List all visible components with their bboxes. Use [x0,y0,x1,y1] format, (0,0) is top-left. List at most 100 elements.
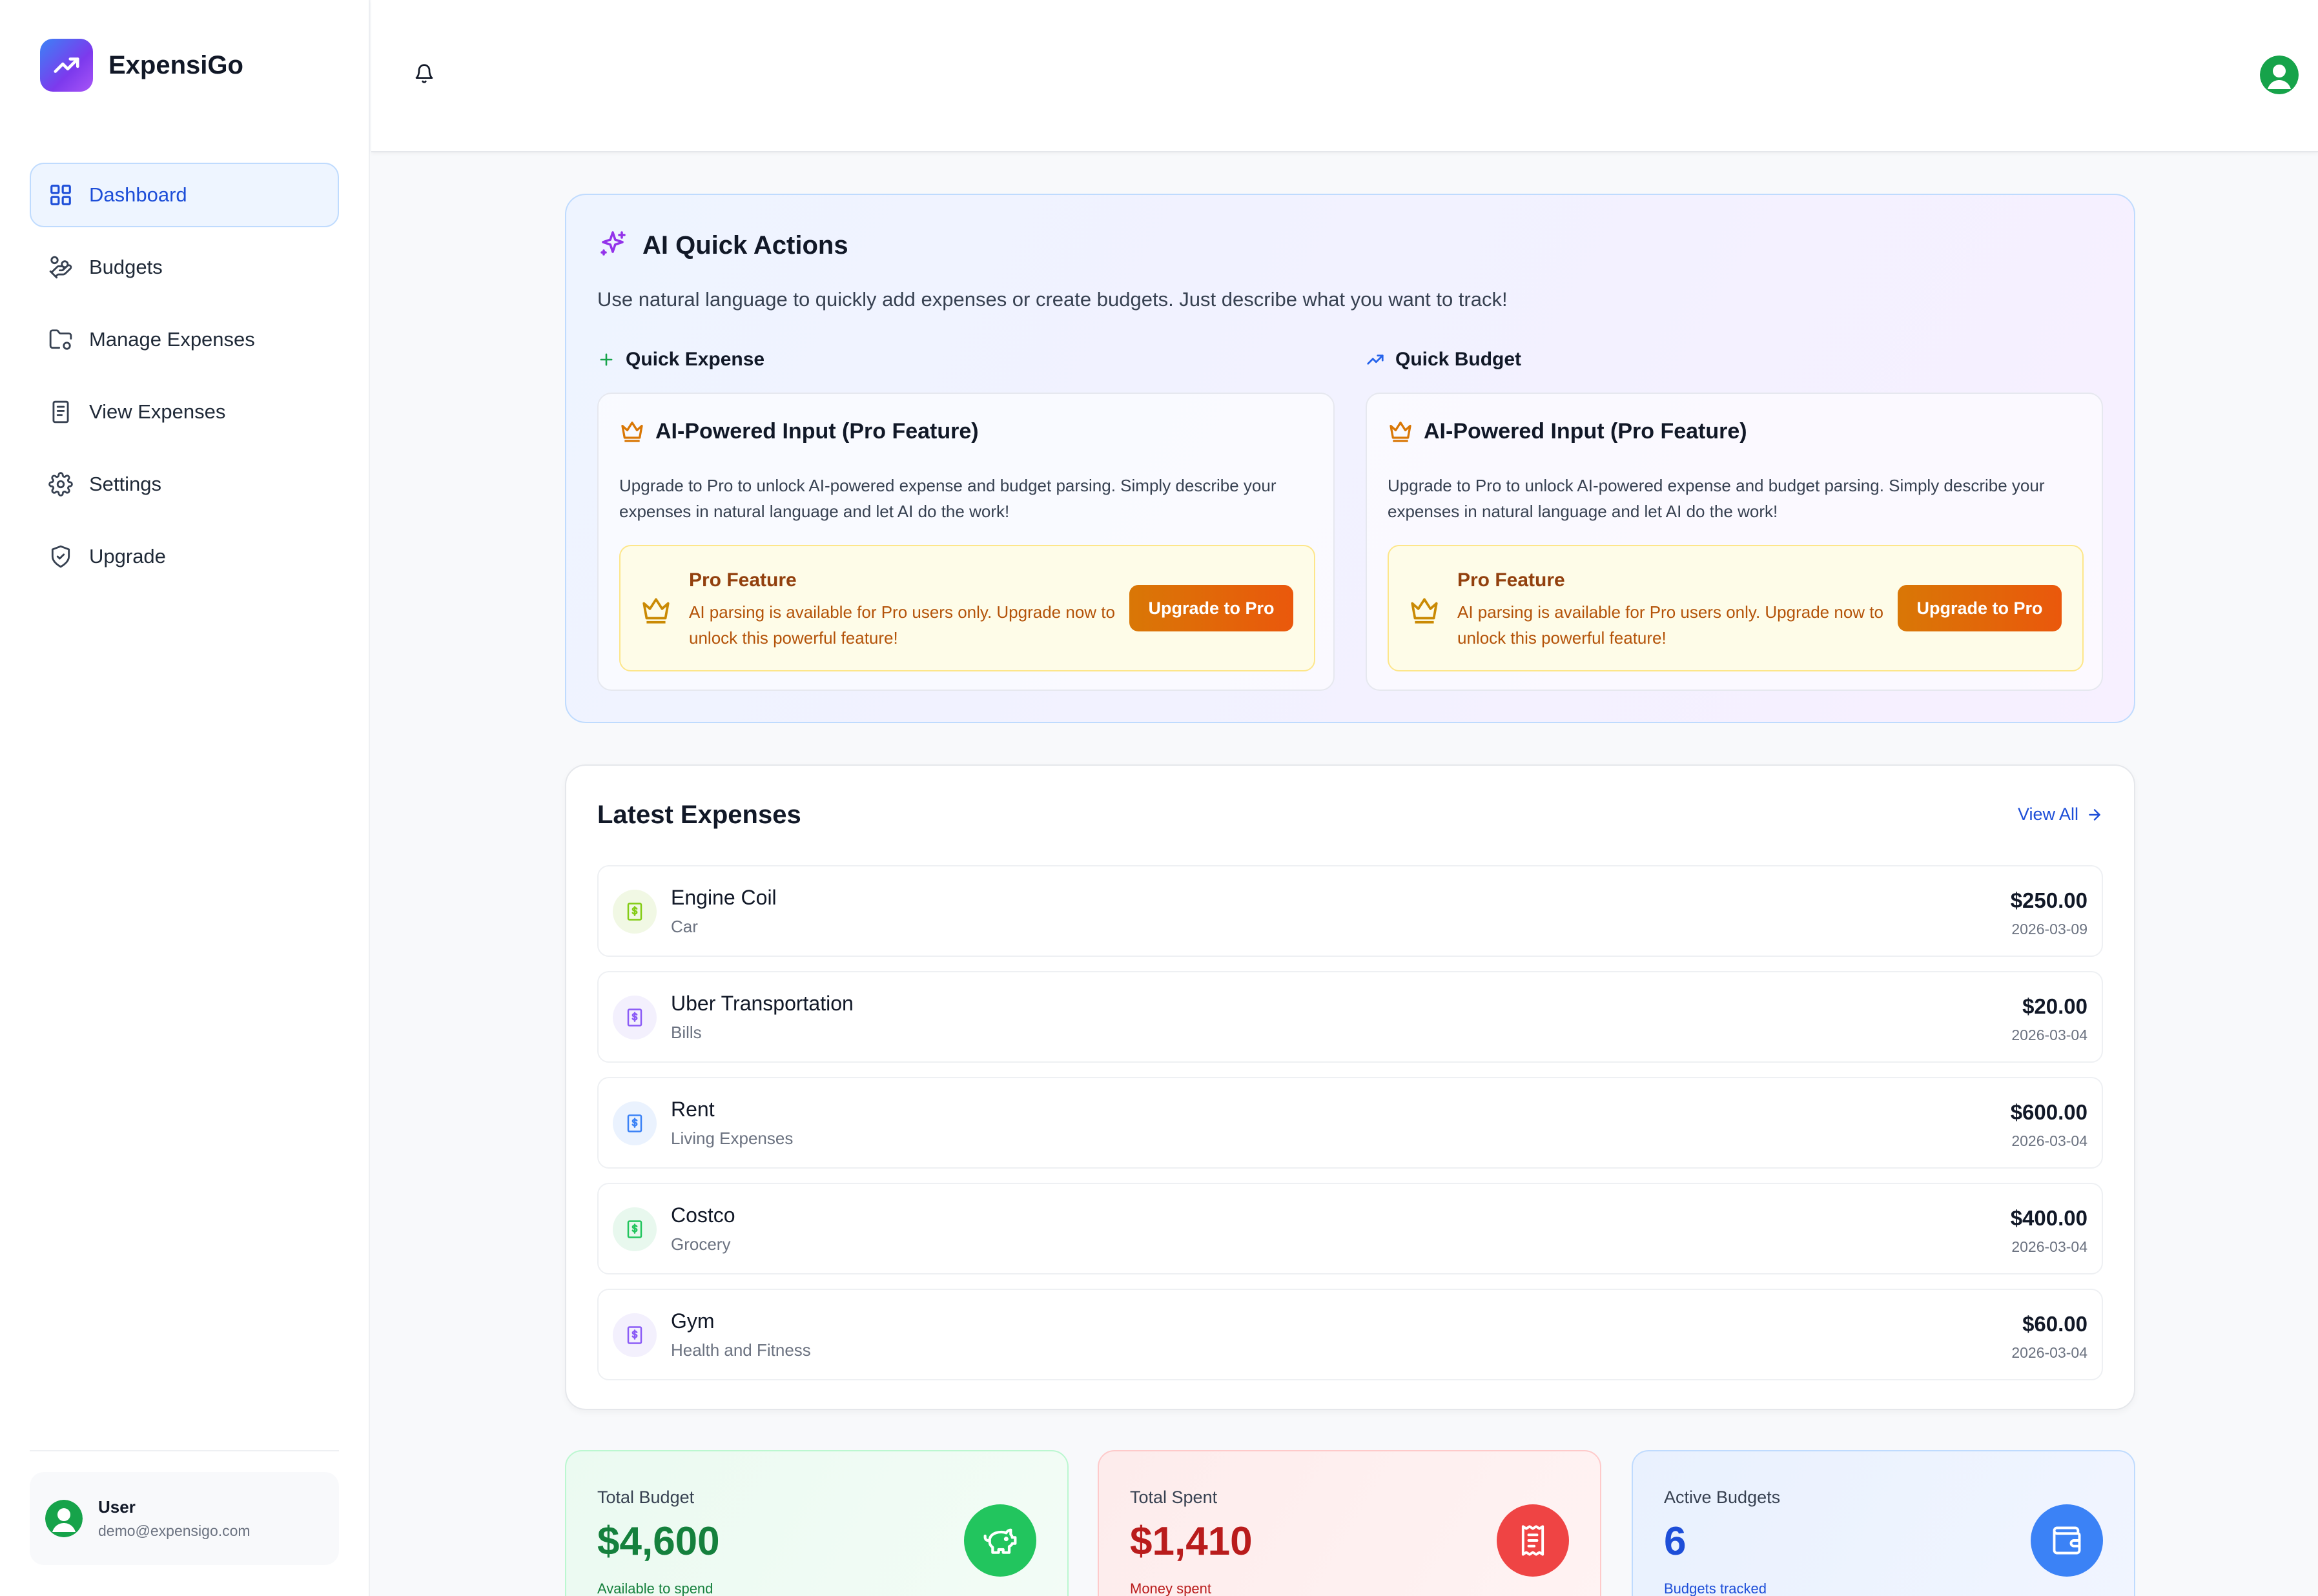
dollar-receipt-icon [613,1101,657,1145]
expense-name: Uber Transportation [671,992,854,1015]
expense-row[interactable]: Uber Transportation Bills $20.00 2026-03… [597,971,2103,1063]
expense-row[interactable]: Rent Living Expenses $600.00 2026-03-04 [597,1077,2103,1169]
avatar [45,1500,83,1537]
app-name: ExpensiGo [108,50,243,79]
receipt-icon [1497,1504,1569,1577]
sidebar-item-settings[interactable]: Settings [30,452,339,517]
sidebar: ExpensiGo Dashboard Budgets Manage Expen… [0,0,370,1596]
active-budgets-card: Active Budgets 6 Budgets tracked [1632,1450,2135,1596]
user-avatar-button[interactable] [2260,56,2299,94]
trending-up-logo-icon [40,39,93,92]
crown-icon [1388,418,1413,444]
crown-icon [1408,594,1441,626]
pro-feature-text: AI parsing is available for Pro users on… [689,602,1115,648]
grid-icon [48,182,74,208]
expense-amount: $400.00 [2010,1206,2087,1230]
ai-panel-title: AI Quick Actions [642,231,848,260]
expense-amount: $20.00 [2022,994,2087,1018]
stat-label: Total Spent [1130,1488,1218,1507]
pro-feature-title: Pro Feature [1457,569,1565,591]
expense-row[interactable]: Engine Coil Car $250.00 2026-03-09 [597,865,2103,957]
sidebar-item-label: View Expenses [89,400,226,423]
gear-icon [48,471,74,497]
quick-expense-card-description: Upgrade to Pro to unlock AI-powered expe… [619,476,1277,521]
sidebar-item-manage-expenses[interactable]: Manage Expenses [30,307,339,372]
pro-feature-text: AI parsing is available for Pro users on… [1457,602,1883,648]
view-all-link[interactable]: View All [2018,804,2103,824]
stat-value: $1,410 [1130,1519,1253,1564]
brand[interactable]: ExpensiGo [40,39,243,92]
bell-icon[interactable] [413,62,436,85]
stat-subtext: Money spent [1130,1581,1211,1596]
ai-quick-actions-panel: AI Quick Actions Use natural language to… [565,194,2135,723]
stat-label: Active Budgets [1664,1488,1781,1507]
quick-budget-card: AI-Powered Input (Pro Feature) Upgrade t… [1366,393,2103,691]
expense-date: 2026-03-04 [2011,1238,2087,1255]
pro-feature-notice: Pro Feature AI parsing is available for … [619,545,1315,671]
dollar-receipt-icon [613,1207,657,1251]
expense-date: 2026-03-04 [2011,1132,2087,1149]
piggy-bank-icon [964,1504,1036,1577]
sparkles-icon [597,229,628,263]
pro-feature-title: Pro Feature [689,569,797,591]
total-spent-card: Total Spent $1,410 Money spent [1098,1450,1601,1596]
sidebar-item-dashboard[interactable]: Dashboard [30,163,339,227]
arrow-right-icon [2086,806,2103,823]
dollar-receipt-icon [613,1313,657,1357]
quick-expense-label: Quick Expense [626,349,765,370]
expense-name: Engine Coil [671,886,777,909]
sidebar-item-view-expenses[interactable]: View Expenses [30,380,339,444]
wallet-icon [2031,1504,2103,1577]
expense-category: Bills [671,1023,702,1042]
sidebar-item-budgets[interactable]: Budgets [30,235,339,300]
shield-check-icon [48,544,74,569]
stat-value: $4,600 [597,1519,720,1564]
latest-expenses-panel: Latest Expenses View All Engine Coil Car… [565,764,2135,1410]
expense-list: Engine Coil Car $250.00 2026-03-09 Uber … [597,865,2103,1395]
expense-amount: $60.00 [2022,1312,2087,1336]
stat-value: 6 [1664,1519,1687,1564]
top-header [371,0,2318,152]
receipt-icon [48,399,74,425]
expense-name: Costco [671,1203,735,1227]
sidebar-nav: Dashboard Budgets Manage Expenses View E… [30,163,339,597]
view-all-label: View All [2017,804,2078,824]
stat-subtext: Budgets tracked [1664,1581,1767,1596]
quick-budget-card-title: AI-Powered Input (Pro Feature) [1424,418,1747,444]
quick-budget-label: Quick Budget [1395,349,1522,370]
expense-date: 2026-03-04 [2011,1027,2087,1043]
expense-name: Gym [671,1309,715,1333]
expense-amount: $250.00 [2010,888,2087,912]
quick-budget-heading: Quick Budget [1366,349,1521,371]
expense-category: Car [671,917,698,936]
expense-category: Grocery [671,1234,731,1254]
expense-name: Rent [671,1098,715,1121]
sidebar-item-label: Settings [89,473,162,495]
expense-date: 2026-03-09 [2011,921,2087,937]
sidebar-item-label: Dashboard [89,183,187,206]
plus-icon [597,351,615,369]
user-profile-card[interactable]: User demo@expensigo.com [30,1472,339,1565]
hand-coins-icon [48,254,74,280]
upgrade-to-pro-button[interactable]: Upgrade to Pro [1898,585,2062,631]
folder-cog-icon [48,327,74,353]
dollar-receipt-icon [613,996,657,1039]
expense-row[interactable]: Gym Health and Fitness $60.00 2026-03-04 [597,1289,2103,1380]
expense-amount: $600.00 [2010,1100,2087,1124]
expense-row[interactable]: Costco Grocery $400.00 2026-03-04 [597,1183,2103,1274]
quick-budget-card-description: Upgrade to Pro to unlock AI-powered expe… [1388,476,2045,521]
quick-expense-card: AI-Powered Input (Pro Feature) Upgrade t… [597,393,1335,691]
sidebar-item-upgrade[interactable]: Upgrade [30,524,339,589]
stat-subtext: Available to spend [597,1581,713,1596]
upgrade-to-pro-button[interactable]: Upgrade to Pro [1129,585,1293,631]
expense-date: 2026-03-04 [2011,1344,2087,1361]
pro-feature-notice: Pro Feature AI parsing is available for … [1388,545,2084,671]
expense-category: Health and Fitness [671,1340,811,1360]
sidebar-item-label: Budgets [89,256,163,278]
dollar-receipt-icon [613,890,657,934]
user-name: User [98,1497,136,1517]
ai-panel-description: Use natural language to quickly add expe… [597,288,1508,311]
latest-expenses-title: Latest Expenses [597,801,801,829]
trending-up-icon [1366,350,1385,369]
stat-label: Total Budget [597,1488,695,1507]
